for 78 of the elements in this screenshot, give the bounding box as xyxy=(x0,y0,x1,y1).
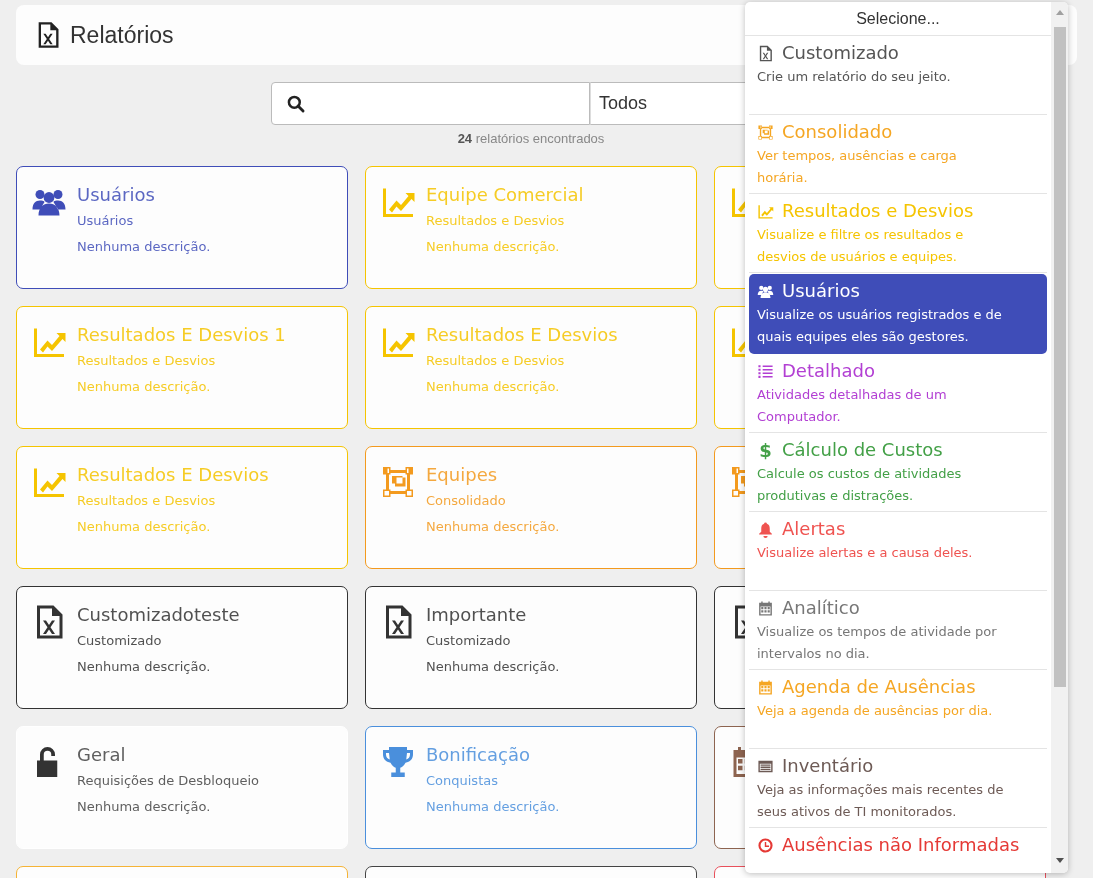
frame-icon xyxy=(757,123,774,141)
card-description: Nenhuma descrição. xyxy=(77,658,212,676)
option-title: Inventário xyxy=(782,754,874,778)
card-description: Nenhuma descrição. xyxy=(426,658,560,676)
report-type-option[interactable]: Alertas Visualize alertas e a causa deles. xyxy=(749,512,1047,591)
option-title: Alertas xyxy=(782,517,846,541)
trophy-icon xyxy=(380,744,416,780)
scrollbar[interactable] xyxy=(1051,2,1068,873)
clock-icon xyxy=(757,836,774,854)
card-description: Nenhuma descrição. xyxy=(426,238,561,256)
card-category: Resultados e Desvios xyxy=(426,352,566,370)
card-title: Equipe Comercial xyxy=(426,184,584,206)
option-title: Detalhado xyxy=(782,359,875,383)
option-description: Atividades detalhadas de um Computador. xyxy=(757,386,948,426)
card-category: Resultados e Desvios xyxy=(77,352,217,370)
option-description: Visualize alertas e a causa deles. xyxy=(757,544,974,562)
option-description: Veja a agenda de ausências por dia. xyxy=(757,702,994,720)
search-icon xyxy=(286,93,306,114)
card-title: Equipes xyxy=(426,464,499,486)
search-field[interactable] xyxy=(271,82,590,125)
card-title: Resultados E Desvios xyxy=(77,464,269,486)
frame-icon xyxy=(380,464,416,500)
report-type-option[interactable]: Ausências não Informadas xyxy=(749,828,1047,873)
option-description: Visualize e filtre os resultados e desvios de usuários e equipes. xyxy=(757,226,965,266)
card-title: Importante xyxy=(426,604,528,626)
report-type-option[interactable]: Detalhado Atividades detalhadas de um Computador. xyxy=(749,354,1047,433)
card-description: Nenhuma descrição. xyxy=(77,798,212,816)
card-title: Resultados E Desvios 1 xyxy=(77,324,286,346)
option-description: Veja as informações mais recentes de seus ativos de TI monitorados. xyxy=(757,781,1005,821)
card-title: Resultados E Desvios xyxy=(426,324,618,346)
card-title: Customizadoteste xyxy=(77,604,240,626)
results-count: 24 relatórios encontrados xyxy=(457,131,605,146)
card-description: Nenhuma descrição. xyxy=(77,518,212,536)
option-description: Calcule os custos de atividades produtivas e distrações. xyxy=(757,465,963,505)
report-type-option[interactable]: Customizado Crie um relatório do seu jeito. xyxy=(749,36,1047,115)
option-title: Ausências não Informadas xyxy=(782,833,1020,857)
card-description: Nenhuma descrição. xyxy=(426,798,560,816)
report-card[interactable]: Geral Requisições de Desbloqueio Nenhuma descrição. xyxy=(16,726,348,849)
option-description: Ver tempos, ausências e carga horária. xyxy=(757,147,958,187)
report-card[interactable]: Importante Customizado Nenhuma descrição. xyxy=(365,586,697,709)
report-type-option[interactable]: $ Cálculo de Custos Calcule os custos de atividades produtivas e distrações. xyxy=(749,433,1047,512)
dollar-icon: $ xyxy=(757,439,774,461)
calendar-icon xyxy=(757,599,774,617)
report-card[interactable]: Bonificação Conquistas Nenhuma descrição. xyxy=(365,726,697,849)
report-card[interactable]: Usuários Usuários Nenhuma descrição. xyxy=(16,166,348,289)
report-type-option[interactable]: Inventário Veja as informações mais recentes de seus ativos de TI monitorados. xyxy=(749,749,1047,828)
page-title: Relatórios xyxy=(70,21,174,49)
option-title: Usuários xyxy=(782,279,860,303)
option-description: Visualize os usuários registrados e de quais equipes eles são gestores. xyxy=(757,306,1003,346)
bell-icon xyxy=(757,520,774,538)
select-field[interactable]: Selecione... xyxy=(745,2,1051,36)
list-icon xyxy=(757,362,774,380)
card-category: Consolidado xyxy=(426,492,507,510)
card-category: Conquistas xyxy=(426,772,499,790)
card-description: Nenhuma descrição. xyxy=(426,518,560,536)
card-category: Customizado xyxy=(77,632,163,650)
card-title: Geral xyxy=(77,744,127,766)
spreadsheet-file-icon xyxy=(757,44,774,62)
option-title: Resultados e Desvios xyxy=(782,199,974,223)
card-category: Usuários xyxy=(77,212,135,230)
card-category: Resultados e Desvios xyxy=(426,212,566,230)
card-description: Nenhuma descrição. xyxy=(77,238,211,256)
card-category: Requisições de Desbloqueio xyxy=(77,772,259,790)
report-card[interactable]: Customizadoteste Customizado Nenhuma descrição. xyxy=(16,586,348,709)
card-description: Nenhuma descrição. xyxy=(426,378,561,396)
card-category: Resultados e Desvios xyxy=(77,492,217,510)
report-type-option[interactable]: Analítico Visualize os tempos de atividade por intervalos no dia. xyxy=(749,591,1047,670)
option-description: Visualize os tempos de atividade por intervalos no dia. xyxy=(757,623,998,663)
report-type-option[interactable]: Usuários Visualize os usuários registrados e de quais equipes eles são gestores. xyxy=(749,274,1047,354)
option-title: Customizado xyxy=(782,41,899,65)
card-category: Customizado xyxy=(426,632,512,650)
card-title: Usuários xyxy=(77,184,156,206)
option-title: Cálculo de Custos xyxy=(782,438,943,462)
card-title: Bonificação xyxy=(426,744,531,766)
option-title: Agenda de Ausências xyxy=(782,675,976,699)
calendar-icon xyxy=(757,678,774,696)
option-title: Analítico xyxy=(782,596,860,620)
card-description: Nenhuma descrição. xyxy=(77,378,212,396)
